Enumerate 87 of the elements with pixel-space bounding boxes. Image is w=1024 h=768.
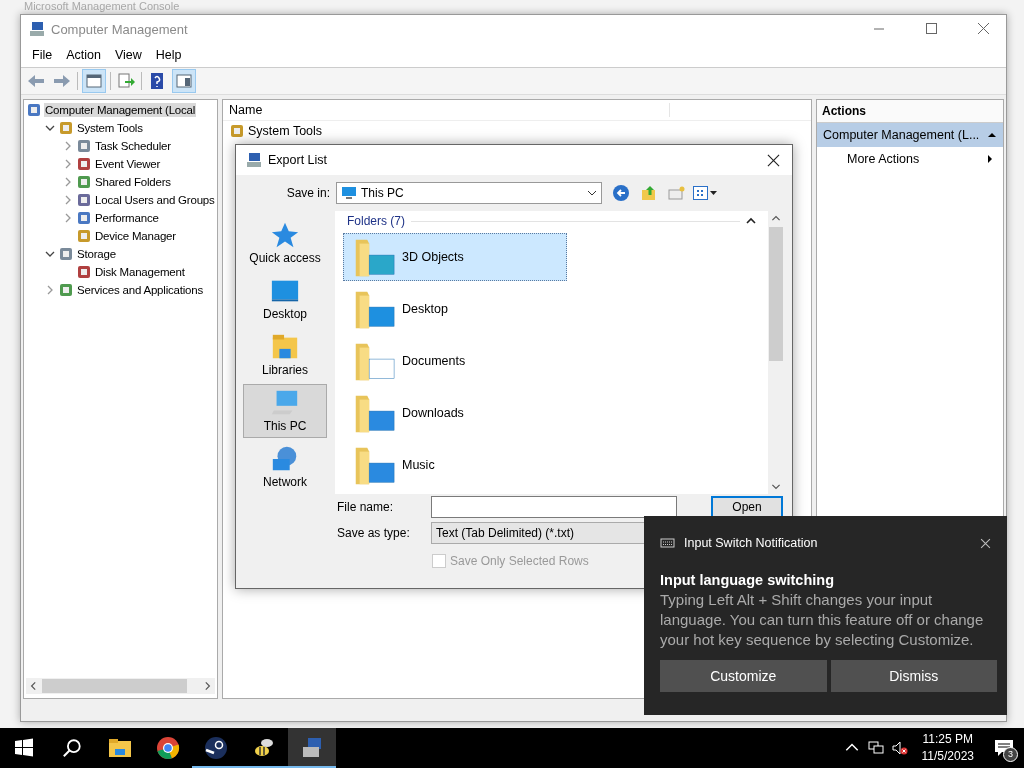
open-button[interactable]: Open [711, 496, 783, 518]
computer-icon [300, 736, 324, 760]
search-icon [62, 738, 82, 758]
keyboard-icon [660, 537, 676, 549]
action-link[interactable]: More Actions [847, 152, 920, 166]
tree-item-label: Local Users and Groups [94, 193, 216, 207]
close-icon[interactable] [980, 537, 991, 549]
menu-item[interactable]: File [25, 46, 60, 64]
folder-item[interactable]: Downloads [343, 389, 567, 437]
place-item[interactable]: This PC [243, 383, 327, 438]
panel-icon[interactable] [82, 69, 106, 93]
up-folder-icon[interactable] [640, 184, 658, 202]
dialog-title: Export List [268, 153, 328, 167]
tree-item-label: Services and Applications [76, 283, 205, 297]
time: 11:25 PM [922, 731, 973, 748]
folder-item[interactable]: Music [343, 441, 567, 489]
place-item[interactable]: Libraries [243, 327, 327, 382]
date: 11/5/2023 [921, 748, 974, 765]
panel-title: Actions [817, 100, 1003, 123]
tree-item-label: Device Manager [94, 229, 177, 243]
notification-title: Input language switching [660, 571, 835, 590]
menu-item[interactable]: Help [148, 46, 189, 64]
submenu-arrow-icon [985, 154, 995, 164]
notification-message: Typing Left Alt + Shift changes your input language. You can turn this feature off or change your hot key sequence by selecting Customize. [660, 590, 985, 650]
section-title: Computer Management (L... [823, 128, 980, 142]
steam-icon [204, 736, 228, 760]
tree-item-label: Performance [94, 211, 160, 225]
notification-count-badge: 3 [1003, 747, 1018, 762]
tree-row[interactable]: Performance [24, 209, 217, 227]
clock[interactable]: 11:25 PM 11/5/2023 [911, 731, 984, 765]
tree-item-label: System Tools [76, 121, 144, 135]
tree-row[interactable]: Services and Applications [24, 281, 217, 299]
file-name-field[interactable] [431, 496, 677, 518]
tree-row[interactable]: Local Users and Groups [24, 191, 217, 209]
tree-row[interactable]: Shared Folders [24, 173, 217, 191]
close-icon[interactable] [767, 153, 780, 167]
column-header[interactable]: Name [223, 103, 670, 117]
group-header[interactable]: Folders (7) [347, 214, 405, 228]
tree-item-label: Storage [76, 247, 117, 261]
tree-item-label: Disk Management [94, 265, 186, 279]
field-label: File name: [337, 500, 395, 514]
tree-item-label: Shared Folders [94, 175, 172, 189]
network-icon[interactable] [867, 740, 884, 756]
place-item[interactable]: Desktop [243, 271, 327, 326]
place-item[interactable]: Network [243, 439, 327, 494]
tree-row[interactable]: Disk Management [24, 263, 217, 281]
tree-row[interactable]: Task Scheduler [24, 137, 217, 155]
tree-item-label: Computer Management (Local [44, 103, 197, 117]
checkbox-label: Save Only Selected Rows [450, 554, 589, 568]
notification-source: Input Switch Notification [684, 536, 818, 550]
field-label: Save in: [285, 186, 330, 200]
window-title: Computer Management [51, 21, 188, 37]
monitor-icon [341, 185, 357, 201]
scrollbar[interactable] [26, 678, 215, 694]
folder-icon [108, 736, 132, 760]
back-icon[interactable] [612, 184, 630, 202]
tree-row[interactable]: Device Manager [24, 227, 217, 245]
menu-item[interactable]: Action [59, 46, 108, 64]
tree-item-label: Task Scheduler [94, 139, 172, 153]
computer-icon [246, 152, 262, 168]
collapse-icon[interactable] [987, 130, 997, 140]
tree-row[interactable]: Event Viewer [24, 155, 217, 173]
menu-item[interactable]: View [107, 46, 149, 64]
windows-icon [14, 738, 34, 758]
field-label: Save as type: [337, 526, 411, 540]
tree-row[interactable]: Computer Management (Local [24, 101, 217, 119]
section-header[interactable]: Computer Management (L... [817, 123, 1003, 147]
tree-item-label: Event Viewer [94, 157, 162, 171]
location-dropdown[interactable]: This PC [336, 182, 602, 204]
muted-speaker-icon[interactable] [891, 740, 908, 756]
dismiss-button[interactable]: Dismiss [830, 660, 997, 692]
browser-icon [156, 736, 180, 760]
folder-item[interactable]: Documents [343, 337, 567, 385]
view-menu-icon[interactable] [692, 184, 718, 202]
computer-icon [29, 21, 45, 37]
place-item[interactable]: Quick access [243, 215, 327, 270]
folder-item[interactable]: 3D Objects [343, 233, 567, 281]
collapse-icon[interactable] [746, 216, 756, 226]
taskbar-app[interactable] [288, 728, 336, 768]
window-title: Microsoft Management Console [24, 0, 180, 12]
tree-row[interactable]: Storage [24, 245, 217, 263]
tree-row[interactable]: System Tools [24, 119, 217, 137]
panel-icon[interactable] [172, 69, 196, 93]
customize-button[interactable]: Customize [660, 660, 827, 692]
chevron-down-icon [587, 188, 597, 198]
folder-item[interactable]: Desktop [343, 285, 567, 333]
list-item[interactable]: System Tools [248, 124, 323, 138]
